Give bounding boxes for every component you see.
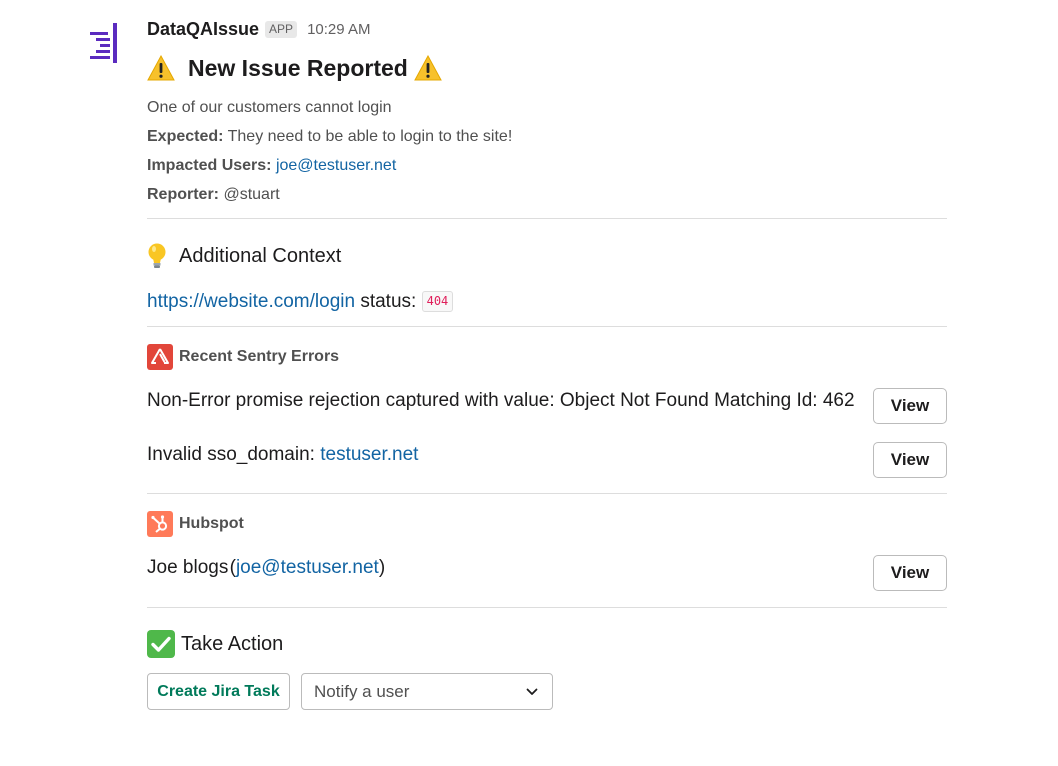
chevron-down-icon <box>526 688 538 695</box>
hubspot-contact-row: Joe blogs (joe@testuser.net) View <box>147 553 947 591</box>
divider <box>147 607 947 608</box>
expected-value: They need to be able to login to the sit… <box>227 128 513 145</box>
sentry-error-text: Invalid sso_domain: testuser.net <box>147 440 418 469</box>
warning-icon <box>414 55 442 81</box>
reporter-value: @stuart <box>223 186 280 203</box>
divider <box>147 218 947 219</box>
reporter-line: Reporter: @stuart <box>147 180 947 209</box>
sentry-heading: Recent Sentry Errors <box>147 343 947 371</box>
additional-context-heading: Additional Context <box>147 241 947 271</box>
message: DataQAIssue APP 10:29 AM New Issue Repor… <box>147 14 947 710</box>
sentry-error-row: Non-Error promise rejection captured wit… <box>147 386 947 424</box>
sender-name[interactable]: DataQAIssue <box>147 19 259 40</box>
sentry-error-text: Non-Error promise rejection captured wit… <box>147 390 855 411</box>
hubspot-icon <box>147 511 173 537</box>
message-header: DataQAIssue APP 10:29 AM <box>147 14 947 44</box>
sentry-icon <box>147 344 173 370</box>
timestamp[interactable]: 10:29 AM <box>307 21 370 38</box>
contact-name: Joe blogs <box>147 557 229 578</box>
hubspot-contact: Joe blogs (joe@testuser.net) <box>147 553 385 582</box>
title-text: New Issue Reported <box>188 54 408 81</box>
hubspot-heading: Hubspot <box>147 510 947 538</box>
sso-domain-link[interactable]: testuser.net <box>320 444 418 465</box>
expected-line: Expected: They need to be able to login … <box>147 122 947 151</box>
issue-description: One of our customers cannot login <box>147 99 392 116</box>
view-button[interactable]: View <box>873 442 947 478</box>
sentry-error-row: Invalid sso_domain: testuser.net View <box>147 440 947 478</box>
take-action-heading: Take Action <box>147 629 947 659</box>
action-controls: Create Jira Task Notify a user <box>147 673 947 710</box>
message-title: New Issue Reported <box>147 46 947 90</box>
additional-context-title: Additional Context <box>179 244 342 267</box>
checkmark-icon <box>147 630 175 658</box>
take-action-title: Take Action <box>181 632 284 655</box>
contact-email-link[interactable]: joe@testuser.net <box>236 557 379 578</box>
impacted-users-label: Impacted Users: <box>147 157 272 174</box>
sso-domain-label: Invalid sso_domain: <box>147 444 315 465</box>
divider <box>147 493 947 494</box>
context-status-line: https://website.com/login status: 404 <box>147 287 947 317</box>
view-button[interactable]: View <box>873 388 947 424</box>
notify-user-placeholder: Notify a user <box>314 681 410 701</box>
impacted-user-email-link[interactable]: joe@testuser.net <box>276 157 396 174</box>
notify-user-select[interactable]: Notify a user <box>301 673 553 710</box>
app-badge: APP <box>265 20 298 38</box>
login-url-link[interactable]: https://website.com/login <box>147 291 355 312</box>
expected-label: Expected: <box>147 128 224 145</box>
reporter-label: Reporter: <box>147 186 220 203</box>
status-code: 404 <box>421 291 454 313</box>
warning-icon <box>147 55 175 81</box>
impacted-users-line: Impacted Users: joe@testuser.net <box>147 151 947 180</box>
hubspot-heading-title: Hubspot <box>179 515 244 532</box>
paren-close: ) <box>378 557 386 578</box>
sentry-heading-title: Recent Sentry Errors <box>179 348 340 365</box>
divider <box>147 326 947 327</box>
view-button[interactable]: View <box>873 555 947 591</box>
lightbulb-icon <box>148 243 166 268</box>
app-avatar-logo[interactable] <box>88 21 134 67</box>
status-label: status: <box>360 291 417 312</box>
create-jira-task-button[interactable]: Create Jira Task <box>147 673 290 710</box>
